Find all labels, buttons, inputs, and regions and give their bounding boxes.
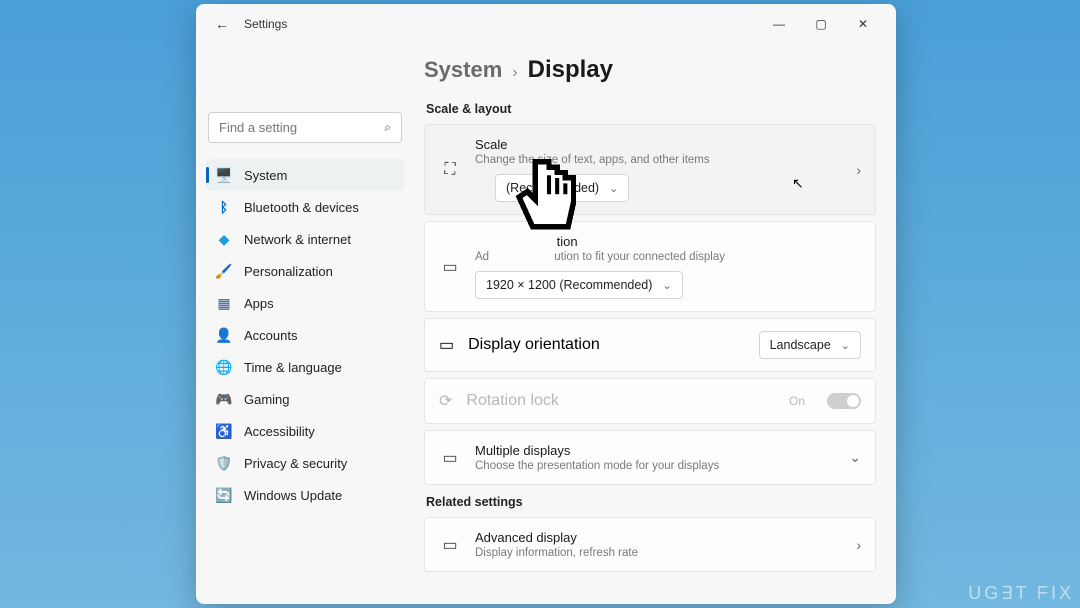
person-icon: 👤 [216,327,232,343]
section-scale-layout: Scale & layout [426,102,876,116]
sidebar-item-gaming[interactable]: 🎮 Gaming [206,383,404,415]
scale-desc: Change the size of text, apps, and other… [475,154,842,166]
resolution-desc: Adjust the resolution to fit your connec… [475,251,861,263]
sidebar: Find a setting ⌕ 🖥️ System ᛒ Bluetooth &… [196,44,414,604]
sidebar-item-label: Privacy & security [244,456,347,471]
chevron-right-icon: › [856,162,861,178]
sidebar-item-label: Network & internet [244,232,351,247]
resolution-title: Display resolution [475,234,861,249]
sidebar-item-apps[interactable]: ▦ Apps [206,287,404,319]
globe-icon: 🌐 [216,359,232,375]
sidebar-item-accounts[interactable]: 👤 Accounts [206,319,404,351]
window-title: Settings [244,17,758,31]
sidebar-item-label: Accessibility [244,424,315,439]
sidebar-item-bluetooth[interactable]: ᛒ Bluetooth & devices [206,191,404,223]
advanced-display-card[interactable]: ▭ Advanced display Display information, … [424,517,876,572]
sidebar-item-label: Bluetooth & devices [244,200,359,215]
resolution-icon: ▭ [439,257,461,277]
chevron-right-icon: › [856,537,861,553]
monitor-icon: 🖥️ [216,167,232,183]
bluetooth-icon: ᛒ [216,199,232,215]
sidebar-item-label: Apps [244,296,274,311]
nav-list: 🖥️ System ᛒ Bluetooth & devices ◆ Networ… [206,159,404,511]
chevron-right-icon: › [512,64,517,82]
sidebar-item-windows-update[interactable]: 🔄 Windows Update [206,479,404,511]
orientation-title: Display orientation [468,336,744,354]
resolution-dropdown[interactable]: 1920 × 1200 (Recommended) ⌄ [475,271,683,299]
scale-value: (Recommended) [506,181,599,195]
watermark: UG∃T ᖴIX [968,583,1074,604]
multiple-displays-card[interactable]: ▭ Multiple displays Choose the presentat… [424,430,876,485]
page-title: Display [528,56,613,84]
settings-window: ← Settings — ▢ ✕ Find a setting ⌕ 🖥️ Sys… [196,4,896,604]
update-icon: 🔄 [216,487,232,503]
back-button[interactable]: ← [208,16,236,32]
orientation-icon: ▭ [439,335,454,355]
sidebar-item-accessibility[interactable]: ♿ Accessibility [206,415,404,447]
resolution-card[interactable]: ▭ Display resolution Adjust the resoluti… [424,221,876,312]
minimize-button[interactable]: — [758,8,800,40]
rotation-lock-card: ⟳ Rotation lock On [424,378,876,424]
orientation-value: Landscape [770,338,831,352]
maximize-button[interactable]: ▢ [800,8,842,40]
chevron-down-icon: ⌄ [841,339,850,352]
multiple-displays-icon: ▭ [439,448,461,468]
brush-icon: 🖌️ [216,263,232,279]
multiple-desc: Choose the presentation mode for your di… [475,460,835,472]
sidebar-item-label: Windows Update [244,488,342,503]
scale-card[interactable]: ⛶ Scale Change the size of text, apps, a… [424,124,876,215]
rotation-lock-title: Rotation lock [466,392,775,410]
sidebar-item-label: Time & language [244,360,342,375]
scale-dropdown[interactable]: (Recommended) ⌄ [495,174,629,202]
titlebar: ← Settings — ▢ ✕ [196,4,896,44]
sidebar-item-time-language[interactable]: 🌐 Time & language [206,351,404,383]
main-content: System › Display Scale & layout ⛶ Scale … [414,44,896,604]
sidebar-item-label: Gaming [244,392,290,407]
search-input[interactable]: Find a setting ⌕ [208,112,402,143]
close-button[interactable]: ✕ [842,8,884,40]
accessibility-icon: ♿ [216,423,232,439]
gamepad-icon: 🎮 [216,391,232,407]
chevron-down-icon: ⌄ [662,279,671,292]
breadcrumb: System › Display [424,56,876,84]
rotation-state-label: On [789,394,805,408]
scale-icon: ⛶ [439,161,461,179]
sidebar-item-privacy[interactable]: 🛡️ Privacy & security [206,447,404,479]
scale-title: Scale [475,137,842,152]
sidebar-item-label: System [244,168,287,183]
orientation-card[interactable]: ▭ Display orientation Landscape ⌄ [424,318,876,372]
section-related: Related settings [426,495,876,509]
window-controls: — ▢ ✕ [758,8,884,40]
chevron-down-icon: ⌄ [609,182,618,195]
search-icon: ⌕ [384,120,391,135]
apps-icon: ▦ [216,295,232,311]
orientation-dropdown[interactable]: Landscape ⌄ [759,331,861,359]
sidebar-item-network[interactable]: ◆ Network & internet [206,223,404,255]
resolution-value: 1920 × 1200 (Recommended) [486,278,652,292]
advanced-title: Advanced display [475,530,842,545]
rotation-lock-icon: ⟳ [439,391,452,411]
advanced-desc: Display information, refresh rate [475,547,842,559]
search-placeholder: Find a setting [219,120,297,135]
rotation-toggle [827,393,861,409]
breadcrumb-parent[interactable]: System [424,57,502,83]
shield-icon: 🛡️ [216,455,232,471]
chevron-down-icon: ⌄ [849,449,861,466]
sidebar-item-label: Accounts [244,328,297,343]
sidebar-item-personalization[interactable]: 🖌️ Personalization [206,255,404,287]
sidebar-item-label: Personalization [244,264,333,279]
advanced-display-icon: ▭ [439,535,461,555]
sidebar-item-system[interactable]: 🖥️ System [206,159,404,191]
wifi-icon: ◆ [216,231,232,247]
multiple-title: Multiple displays [475,443,835,458]
